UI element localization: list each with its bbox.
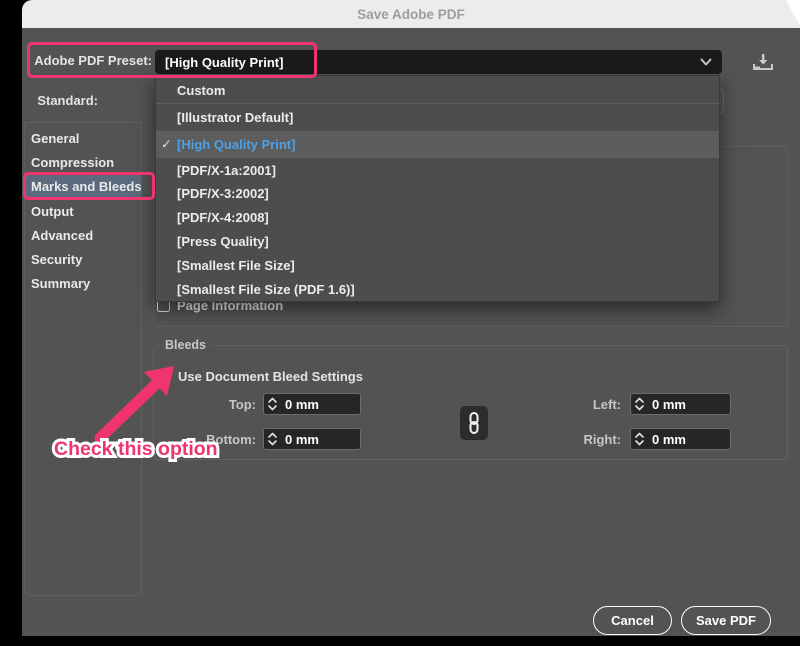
bleed-top-value[interactable]: 0 mm: [281, 397, 319, 412]
bleed-right-field[interactable]: 0 mm: [630, 428, 731, 450]
chevron-down-icon: [700, 58, 712, 67]
bleed-bottom-label: Bottom:: [206, 432, 256, 447]
bleed-bottom-value[interactable]: 0 mm: [281, 432, 319, 447]
sidebar-item-summary[interactable]: Summary: [31, 273, 137, 295]
save-pdf-button[interactable]: Save PDF: [681, 606, 771, 635]
menu-item-pdfx-3-2002[interactable]: [PDF/X-3:2002]: [156, 182, 719, 206]
bleed-top-field[interactable]: 0 mm: [263, 393, 361, 415]
preset-dropdown-menu: Custom [Illustrator Default] ✓ [High Qua…: [155, 75, 720, 302]
menu-item-illustrator-default[interactable]: [Illustrator Default]: [156, 104, 719, 131]
preset-value: [High Quality Print]: [165, 54, 284, 70]
bleed-left-field[interactable]: 0 mm: [630, 393, 731, 415]
menu-item-smallest-file-size-pdf16[interactable]: [Smallest File Size (PDF 1.6)]: [156, 277, 719, 301]
menu-item-custom[interactable]: Custom: [156, 78, 719, 103]
menu-item-press-quality[interactable]: [Press Quality]: [156, 230, 719, 254]
bleed-right-value[interactable]: 0 mm: [648, 432, 686, 447]
bleed-left-label: Left:: [592, 397, 621, 412]
bleeds-legend: Bleeds: [160, 338, 211, 352]
save-adobe-pdf-dialog: Save Adobe PDF Adobe PDF Preset: [High Q…: [0, 0, 800, 646]
menu-item-pdfx-1a-2001[interactable]: [PDF/X-1a:2001]: [156, 158, 719, 182]
save-preset-icon[interactable]: [749, 51, 777, 73]
link-values-button[interactable]: [460, 406, 488, 440]
cancel-button[interactable]: Cancel: [593, 606, 672, 635]
preset-label: Adobe PDF Preset:: [34, 53, 152, 68]
dialog-title: Save Adobe PDF: [357, 6, 465, 22]
link-icon: [469, 412, 479, 434]
bleed-bottom-field[interactable]: 0 mm: [263, 428, 361, 450]
sidebar-item-general[interactable]: General: [31, 128, 137, 150]
sidebar-panel: General Compression Marks and Bleeds Out…: [24, 122, 142, 596]
menu-item-high-quality-print[interactable]: ✓ [High Quality Print]: [156, 131, 719, 159]
use-document-bleed-settings-checkbox[interactable]: [157, 369, 170, 382]
bleed-left-value[interactable]: 0 mm: [648, 397, 686, 412]
sidebar-item-marks-and-bleeds[interactable]: Marks and Bleeds: [31, 176, 142, 198]
checkmark-icon: ✓: [161, 136, 172, 152]
pdf-preset-combobox[interactable]: [High Quality Print]: [155, 50, 722, 74]
title-bar: Save Adobe PDF: [22, 0, 800, 28]
stepper-icon[interactable]: [631, 431, 648, 447]
bleed-top-label: Top:: [228, 397, 256, 412]
sidebar-item-advanced[interactable]: Advanced: [31, 225, 137, 247]
menu-item-pdfx-4-2008[interactable]: [PDF/X-4:2008]: [156, 206, 719, 230]
standard-label: Standard:: [37, 93, 98, 108]
sidebar-item-compression[interactable]: Compression: [31, 152, 137, 174]
stepper-icon[interactable]: [631, 396, 648, 412]
sidebar-item-output[interactable]: Output: [31, 201, 137, 223]
bleed-right-label: Right:: [583, 432, 621, 447]
menu-item-smallest-file-size[interactable]: [Smallest File Size]: [156, 253, 719, 277]
stepper-icon[interactable]: [264, 396, 281, 412]
sidebar-item-security[interactable]: Security: [31, 249, 137, 271]
stepper-icon[interactable]: [264, 431, 281, 447]
use-document-bleed-settings-label: Use Document Bleed Settings: [178, 369, 363, 384]
